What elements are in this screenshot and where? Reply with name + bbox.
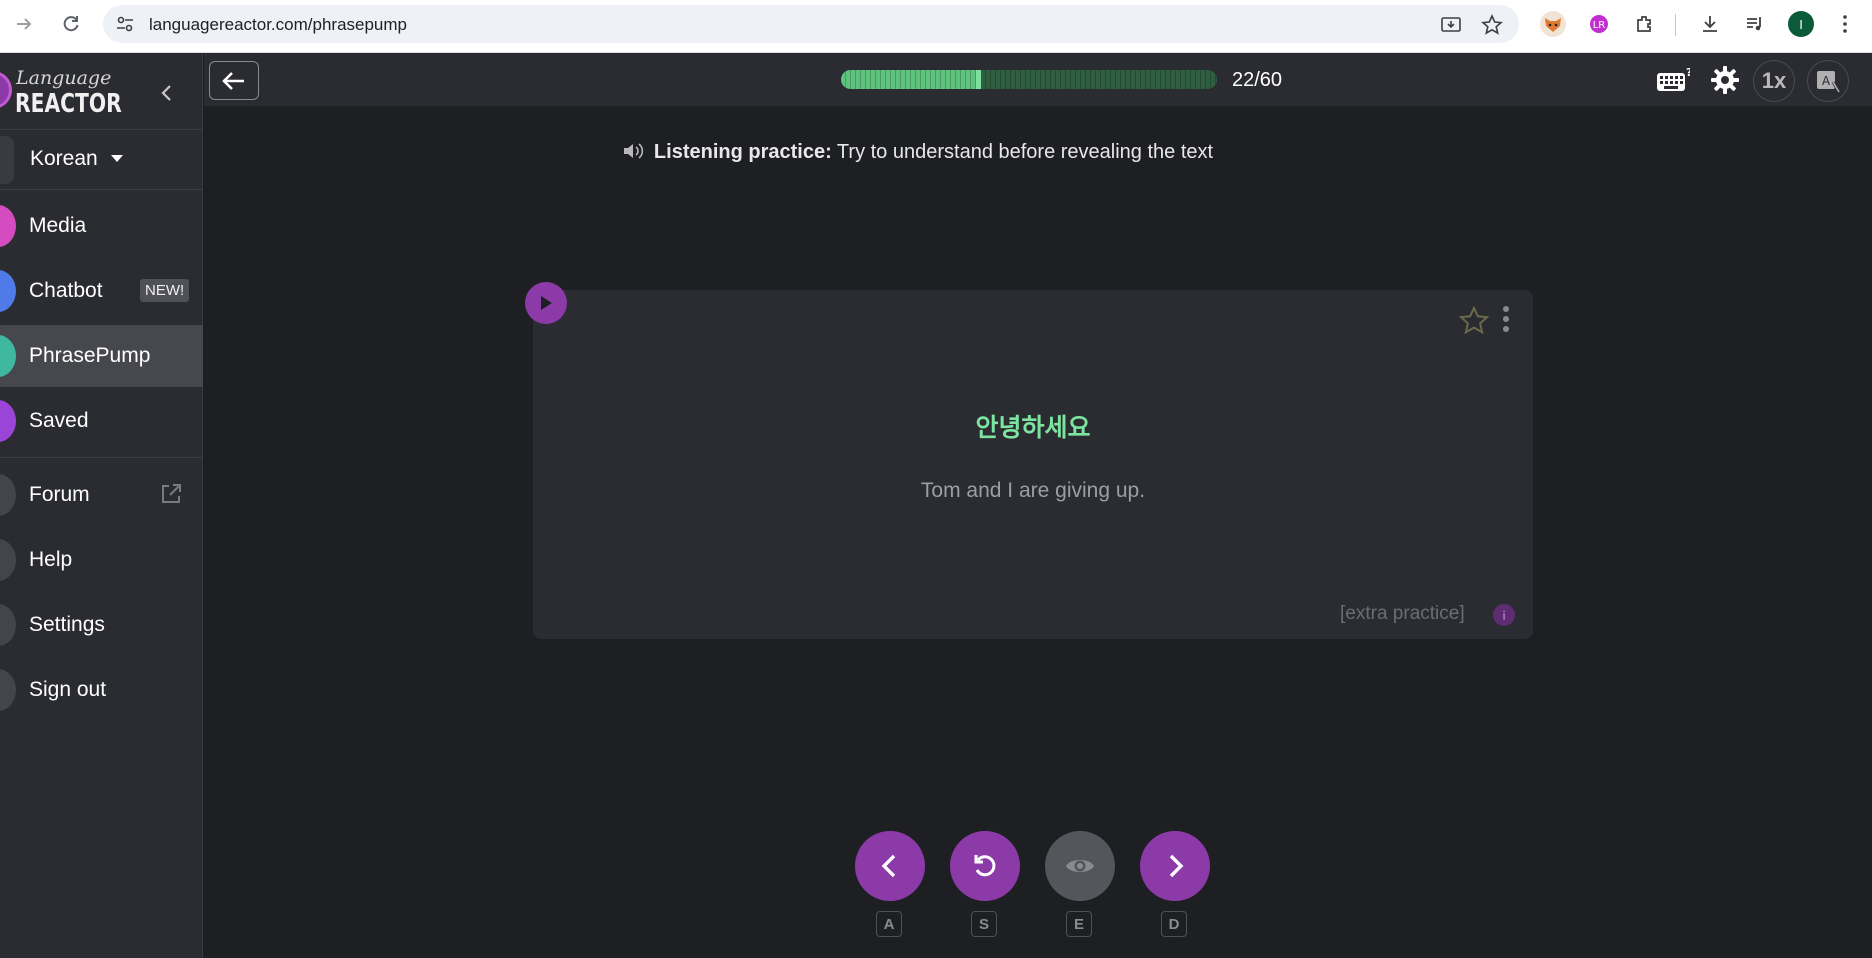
language-flag: [0, 136, 14, 184]
sidebar-item-label: Settings: [29, 613, 105, 636]
sidebar-item-label: Sign out: [29, 678, 107, 701]
browser-reload-icon[interactable]: [57, 10, 85, 38]
sidebar-divider: [0, 189, 203, 190]
svg-text:A: A: [1822, 74, 1831, 88]
saved-icon: [0, 400, 16, 442]
svg-text:?: ?: [1686, 67, 1690, 79]
hint-title: Listening practice:: [653, 141, 832, 163]
help-icon: [0, 539, 16, 581]
play-icon: [541, 296, 552, 310]
hint-text: Try to understand before revealing the t…: [831, 141, 1214, 163]
sidebar-item-settings[interactable]: Settings: [0, 594, 203, 656]
progress-marker: [975, 70, 981, 89]
browser-forward-icon[interactable]: [10, 10, 38, 38]
bookmark-star-icon[interactable]: [1481, 14, 1503, 36]
next-button[interactable]: [1140, 831, 1210, 901]
favorite-star-icon[interactable]: [1458, 305, 1490, 337]
chatbot-icon: [0, 270, 16, 312]
shortcut-key-previous: A: [876, 911, 902, 937]
target-phrase[interactable]: 안녕하세요: [533, 408, 1533, 444]
settings-gear-icon[interactable]: [1706, 61, 1744, 99]
sidebar-divider: [0, 457, 203, 458]
keyboard-shortcuts-icon[interactable]: ?: [1654, 61, 1692, 99]
eye-icon: [1066, 860, 1094, 872]
sidebar-item-forum[interactable]: Forum: [0, 464, 203, 526]
more-options-icon[interactable]: [1501, 304, 1511, 334]
sign-out-icon: [0, 669, 16, 711]
sidebar: Language REACTOR Korean Media Chatbot NE…: [0, 53, 203, 958]
translation-text: Tom and I are giving up.: [920, 479, 1146, 502]
browser-toolbar: languagereactor.com/phrasepump LR I: [0, 0, 1872, 53]
shortcut-key-reveal: E: [1066, 911, 1092, 937]
logo-text-top: Language: [16, 67, 112, 89]
sidebar-item-media[interactable]: Media: [0, 195, 203, 257]
translation-toggle-icon[interactable]: A: [1807, 60, 1849, 102]
practice-topbar: 22/60 ? 1x A: [204, 53, 1872, 106]
sidebar-item-saved[interactable]: Saved: [0, 390, 203, 452]
downloads-icon[interactable]: [1697, 11, 1723, 37]
info-icon[interactable]: i: [1493, 604, 1515, 626]
replay-icon: [974, 855, 996, 877]
sidebar-item-phrasepump[interactable]: PhrasePump: [0, 325, 203, 387]
phrase-card: 안녕하세요 Tom and I are giving up. [extra pr…: [533, 290, 1533, 639]
profile-avatar[interactable]: I: [1788, 11, 1814, 37]
sidebar-item-sign-out[interactable]: Sign out: [0, 659, 203, 721]
collapse-sidebar-icon[interactable]: [158, 83, 174, 109]
sidebar-item-label: Media: [29, 214, 87, 237]
speaker-icon: [623, 143, 643, 159]
arrow-left-icon: [222, 71, 244, 90]
caret-down-icon: [111, 155, 123, 162]
media-queue-icon[interactable]: [1742, 11, 1768, 37]
sidebar-item-label: Saved: [29, 409, 89, 432]
new-badge: NEW!: [140, 279, 190, 302]
shortcut-key-replay: S: [971, 911, 997, 937]
sidebar-item-help[interactable]: Help: [0, 529, 203, 591]
extra-practice-label: [extra practice]: [1340, 603, 1465, 624]
sidebar-item-label: PhrasePump: [29, 344, 151, 367]
svg-text:LR: LR: [1593, 20, 1606, 31]
chevron-right-icon: [1169, 854, 1184, 878]
main-panel: 22/60 ? 1x A Listening practice: Try to …: [204, 53, 1872, 958]
url-text[interactable]: languagereactor.com/phrasepump: [149, 15, 407, 35]
external-link-icon: [162, 484, 181, 503]
address-bar[interactable]: languagereactor.com/phrasepump: [103, 5, 1519, 43]
settings-icon: [0, 604, 16, 646]
browser-menu-icon[interactable]: [1832, 11, 1858, 37]
media-icon: [0, 205, 16, 247]
chevron-left-icon: [881, 854, 896, 878]
progress-stripes: [841, 70, 1217, 89]
previous-button[interactable]: [855, 831, 925, 901]
language-label: Korean: [30, 147, 98, 170]
logo-mark: [0, 71, 12, 109]
extensions-puzzle-icon[interactable]: [1632, 11, 1658, 37]
fox-extension-icon[interactable]: [1540, 11, 1566, 37]
playback-speed-button[interactable]: 1x: [1753, 60, 1795, 102]
sidebar-item-label: Help: [29, 548, 73, 571]
progress-bar: [841, 70, 1217, 89]
shortcut-key-next: D: [1161, 911, 1187, 937]
phrasepump-icon: [0, 335, 16, 377]
back-button[interactable]: [209, 61, 259, 100]
listening-practice-hint: Listening practice: Try to understand be…: [204, 141, 1631, 164]
language-selector[interactable]: Korean: [0, 130, 203, 190]
sidebar-item-label: Chatbot: [29, 279, 103, 302]
replay-button[interactable]: [950, 831, 1020, 901]
forum-icon: [0, 474, 16, 516]
language-reactor-logo[interactable]: Language REACTOR: [0, 61, 203, 121]
progress-count: 22/60: [1232, 69, 1283, 91]
sidebar-item-chatbot[interactable]: Chatbot NEW!: [0, 260, 203, 322]
sidebar-item-label: Forum: [29, 483, 90, 506]
reveal-button[interactable]: [1045, 831, 1115, 901]
logo-text-bottom: REACTOR: [15, 89, 122, 119]
install-app-icon[interactable]: [1440, 14, 1462, 36]
play-audio-button[interactable]: [525, 282, 567, 324]
toolbar-divider: [1675, 14, 1676, 36]
site-settings-icon[interactable]: [115, 14, 135, 34]
language-reactor-extension-icon[interactable]: LR: [1586, 11, 1612, 37]
